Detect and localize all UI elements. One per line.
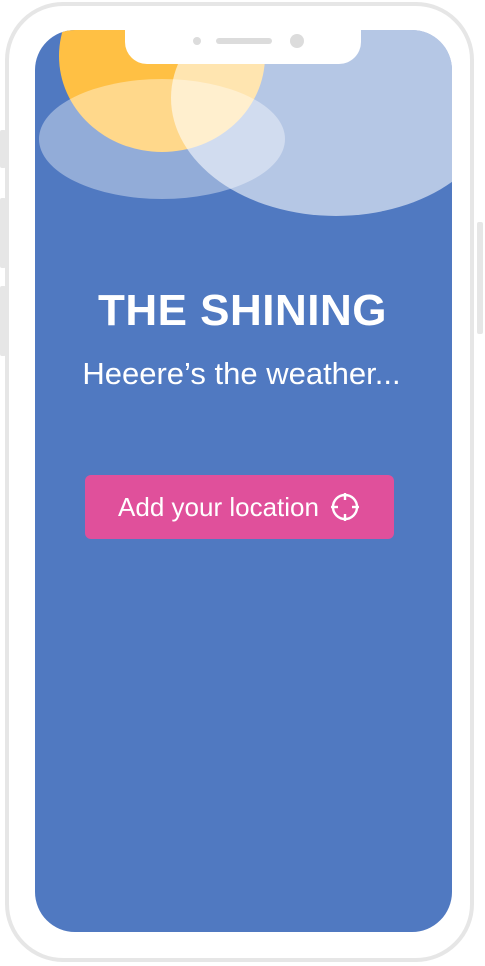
app-title: THE SHINING [97, 286, 388, 335]
crosshair-icon [329, 491, 361, 523]
front-camera [290, 34, 304, 48]
proximity-sensor [193, 37, 201, 45]
mute-switch [0, 130, 6, 168]
volume-up-button [0, 198, 6, 268]
app-subtitle: Heeere’s the weather... [82, 356, 401, 391]
earpiece-speaker [216, 38, 272, 44]
add-location-button[interactable]: Add your location [85, 475, 394, 539]
add-location-label: Add your location [118, 492, 319, 522]
device-notch [125, 26, 361, 64]
